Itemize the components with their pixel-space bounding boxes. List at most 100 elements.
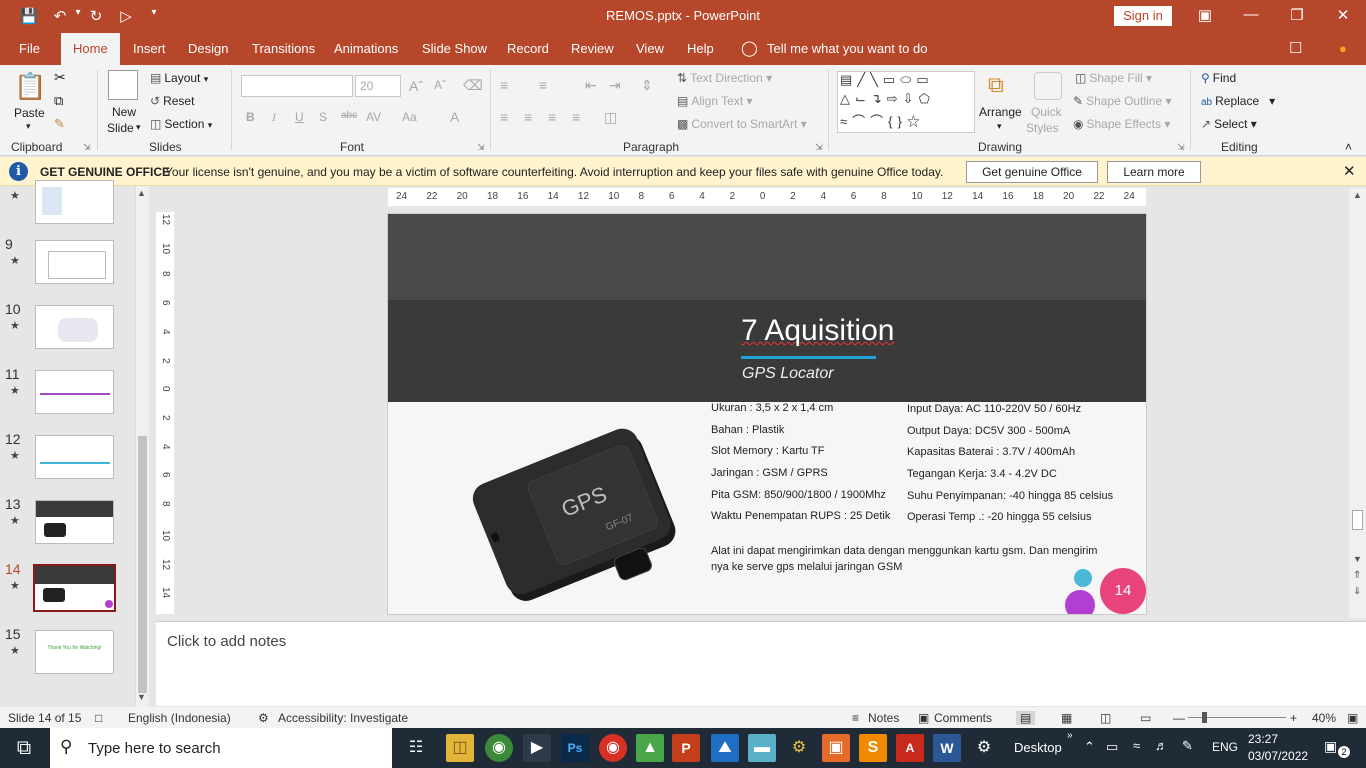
convert-smartart-button[interactable]: ▩ Convert to SmartArt ▾: [677, 117, 807, 131]
volume-icon[interactable]: ♬: [1155, 738, 1168, 753]
quick-styles-button[interactable]: Quick: [1031, 105, 1062, 119]
thumbnail-scrollbar[interactable]: ▲ ▼: [135, 186, 149, 707]
replace-button[interactable]: ab Replace ▾: [1201, 94, 1275, 108]
next-slide-icon[interactable]: ⇓: [1353, 586, 1361, 597]
chrome-profile-icon[interactable]: ◉: [485, 734, 513, 762]
bold-button[interactable]: B: [246, 110, 255, 124]
slide-thumbnail-10[interactable]: [35, 305, 114, 349]
tell-me-search[interactable]: Tell me what you want to do: [767, 33, 927, 65]
clock-date[interactable]: 03/07/2022: [1248, 749, 1308, 763]
paste-icon[interactable]: 📋: [14, 71, 46, 103]
zoom-in-icon[interactable]: +: [1290, 711, 1297, 725]
numbering-icon[interactable]: ≡: [539, 77, 547, 93]
app-icon[interactable]: ⚙: [785, 734, 813, 762]
file-explorer-icon[interactable]: ◫: [446, 734, 474, 762]
tab-help[interactable]: Help: [683, 33, 718, 65]
comments-icon[interactable]: ☐: [1285, 33, 1306, 65]
sublime-icon[interactable]: S: [859, 734, 887, 762]
sign-in-button[interactable]: Sign in: [1114, 6, 1172, 26]
photoshop-icon[interactable]: Ps: [561, 734, 589, 762]
align-right-icon[interactable]: ≡: [548, 109, 556, 125]
bullets-icon[interactable]: ≡: [500, 77, 508, 93]
italic-button[interactable]: I: [272, 110, 276, 125]
notes-toggle[interactable]: Notes: [868, 711, 899, 725]
quick-styles-icon[interactable]: [1034, 72, 1062, 100]
slide-subtitle[interactable]: GPS Locator: [742, 365, 834, 383]
paragraph-launcher-icon[interactable]: ⇲: [815, 142, 823, 153]
photos-icon[interactable]: ⛰: [711, 734, 739, 762]
reset-button[interactable]: ↺ Reset: [150, 94, 194, 108]
clipboard-launcher-icon[interactable]: ⇲: [83, 142, 91, 153]
arrange-button[interactable]: Arrange: [979, 105, 1022, 119]
columns-icon[interactable]: ◫: [604, 109, 617, 126]
language-status[interactable]: English (Indonesia): [128, 711, 231, 725]
tab-view[interactable]: View: [632, 33, 668, 65]
increase-font-icon[interactable]: Aˆ: [409, 78, 423, 94]
tab-slide-show[interactable]: Slide Show: [418, 33, 491, 65]
layout-button[interactable]: ▤ Layout ▾: [150, 71, 208, 85]
decrease-indent-icon[interactable]: ⇤: [585, 77, 597, 94]
close-icon[interactable]: ✕: [1328, 6, 1358, 24]
app-icon[interactable]: ▲: [636, 734, 664, 762]
notification-center-icon[interactable]: ▣: [1324, 738, 1337, 755]
notes-pane[interactable]: Click to add notes: [156, 621, 1366, 706]
strikethrough-button[interactable]: abc: [341, 110, 357, 121]
collapse-ribbon-icon[interactable]: ˄: [1345, 140, 1352, 154]
scroll-up-icon[interactable]: ▲: [137, 188, 146, 198]
scroll-down-icon[interactable]: ▼: [1353, 554, 1362, 564]
battery-icon[interactable]: ▭: [1106, 739, 1118, 755]
font-color-button[interactable]: A: [450, 109, 459, 125]
font-name-input[interactable]: [241, 75, 353, 97]
scroll-thumb[interactable]: [1352, 510, 1363, 530]
shapes-gallery[interactable]: ▤╱╲▭⬭▭ △⌙↴⇨⇩⬠ ≈⌒⌒{}☆: [837, 71, 975, 133]
paste-dropdown-icon[interactable]: ▾: [26, 121, 31, 132]
previous-slide-icon[interactable]: ⇑: [1353, 570, 1361, 581]
task-view-icon[interactable]: ☷: [402, 734, 430, 762]
zoom-level[interactable]: 40%: [1312, 711, 1336, 725]
spell-check-icon[interactable]: □: [95, 711, 102, 725]
section-button[interactable]: ◫ Section ▾: [150, 117, 212, 131]
tab-animations[interactable]: Animations: [330, 33, 402, 65]
new-slide-button-line2[interactable]: Slide: [107, 121, 134, 135]
app-icon[interactable]: ▣: [822, 734, 850, 762]
char-spacing-button[interactable]: AV: [366, 110, 381, 124]
increase-indent-icon[interactable]: ⇥: [609, 77, 621, 94]
align-center-icon[interactable]: ≡: [524, 109, 532, 125]
tab-transitions[interactable]: Transitions: [248, 33, 319, 65]
pen-icon[interactable]: ✎: [1182, 738, 1193, 754]
app-icon[interactable]: ▬: [748, 734, 776, 762]
scroll-thumb[interactable]: [138, 436, 147, 693]
slide-thumbnail-15[interactable]: Thank You for Watching!: [35, 630, 114, 674]
windows-start-icon[interactable]: ⧉: [10, 734, 38, 762]
editor-scrollbar[interactable]: ▲ ▼ ⇑ ⇓: [1349, 188, 1366, 618]
slide-thumbnail-14-selected[interactable]: [33, 564, 116, 612]
change-case-button[interactable]: Aa: [402, 110, 417, 124]
format-painter-icon[interactable]: ✎: [54, 116, 65, 132]
slide-thumbnail-13[interactable]: [35, 500, 114, 544]
fit-to-window-icon[interactable]: ▣: [1347, 711, 1358, 725]
accessibility-status[interactable]: Accessibility: Investigate: [278, 711, 408, 725]
reading-view-icon[interactable]: ◫: [1100, 711, 1111, 725]
decrease-font-icon[interactable]: Aˇ: [434, 78, 446, 92]
clock-time[interactable]: 23:27: [1248, 732, 1278, 746]
slide-thumbnail-11[interactable]: [35, 370, 114, 414]
app-icon[interactable]: ▶: [523, 734, 551, 762]
underline-button[interactable]: U: [295, 110, 304, 124]
tab-design[interactable]: Design: [184, 33, 232, 65]
settings-icon[interactable]: ⚙: [970, 734, 998, 762]
find-button[interactable]: ⚲ Find: [1201, 71, 1236, 85]
drawing-launcher-icon[interactable]: ⇲: [1177, 142, 1185, 153]
font-launcher-icon[interactable]: ⇲: [477, 142, 485, 153]
tab-review[interactable]: Review: [567, 33, 618, 65]
slide-thumbnail-8[interactable]: [35, 180, 114, 224]
toolbar-expand-icon[interactable]: »: [1067, 730, 1073, 741]
quick-styles-button-line2[interactable]: Styles: [1026, 121, 1059, 135]
normal-view-icon[interactable]: ▤: [1016, 711, 1036, 725]
taskbar-search-box[interactable]: ⚲ Type here to search: [50, 728, 392, 768]
slide-canvas[interactable]: 7 Aquisition GPS Locator GPS GF-07 Ukura…: [387, 213, 1147, 615]
powerpoint-icon[interactable]: P: [672, 734, 700, 762]
get-genuine-office-button[interactable]: Get genuine Office: [966, 161, 1098, 183]
maximize-icon[interactable]: ❐: [1282, 6, 1312, 24]
align-text-button[interactable]: ▤ Align Text ▾: [677, 94, 753, 108]
slideshow-view-icon[interactable]: ▭: [1140, 711, 1151, 725]
